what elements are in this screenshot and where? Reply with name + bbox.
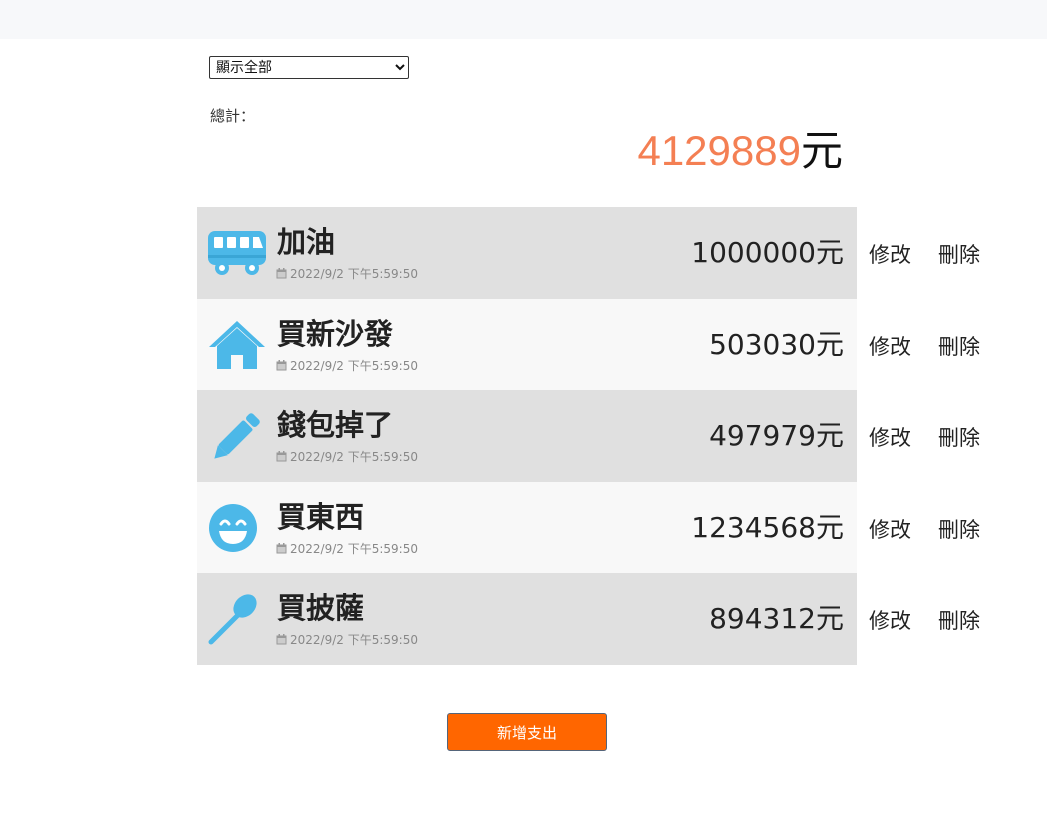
expense-date: 2022/9/2 下午5:59:50 bbox=[276, 448, 418, 465]
expense-date: 2022/9/2 下午5:59:50 bbox=[276, 357, 418, 374]
expense-title: 加油 bbox=[277, 225, 336, 259]
expense-date-text: 2022/9/2 下午5:59:50 bbox=[290, 450, 418, 465]
total-label: 總計： bbox=[210, 107, 256, 125]
expense-amount: 1234568元 bbox=[691, 510, 844, 544]
expense-title: 買東西 bbox=[277, 499, 365, 534]
total-value: 4129889 bbox=[637, 127, 801, 174]
expense-date-text: 2022/9/2 下午5:59:50 bbox=[290, 633, 418, 648]
delete-button[interactable]: 刪除 bbox=[938, 331, 980, 361]
expense-list: 加油 2022/9/2 下午5:59:50 1000000元 修改 刪除 買新沙… bbox=[197, 207, 987, 665]
delete-button[interactable]: 刪除 bbox=[938, 605, 980, 635]
calendar-icon bbox=[276, 359, 287, 371]
expense-row: 買東西 2022/9/2 下午5:59:50 1234568元 修改 刪除 bbox=[197, 481, 987, 574]
expense-row: 買新沙發 2022/9/2 下午5:59:50 503030元 修改 刪除 bbox=[197, 298, 987, 391]
expense-amount: 1000000元 bbox=[691, 236, 844, 269]
expense-amount: 503030元 bbox=[709, 327, 844, 361]
edit-button[interactable]: 修改 bbox=[869, 331, 911, 361]
delete-button[interactable]: 刪除 bbox=[938, 422, 980, 452]
expense-date: 2022/9/2 下午5:59:50 bbox=[276, 540, 418, 557]
smile-icon bbox=[207, 502, 267, 554]
filter-select[interactable]: 顯示全部 bbox=[209, 56, 409, 79]
expense-title: 錢包掉了 bbox=[277, 408, 394, 443]
expense-date-text: 2022/9/2 下午5:59:50 bbox=[290, 267, 418, 281]
expense-row: 買披薩 2022/9/2 下午5:59:50 894312元 修改 刪除 bbox=[197, 573, 987, 665]
edit-button[interactable]: 修改 bbox=[869, 239, 911, 269]
edit-button[interactable]: 修改 bbox=[869, 514, 911, 544]
edit-button[interactable]: 修改 bbox=[869, 422, 911, 452]
calendar-icon bbox=[276, 542, 287, 554]
expense-amount: 894312元 bbox=[709, 602, 844, 636]
delete-button[interactable]: 刪除 bbox=[938, 514, 980, 544]
expense-row: 錢包掉了 2022/9/2 下午5:59:50 497979元 修改 刪除 bbox=[197, 390, 987, 482]
bus-icon bbox=[207, 227, 267, 279]
top-bar bbox=[0, 0, 1047, 39]
total-amount: 4129889元 bbox=[637, 124, 843, 178]
add-expense-button[interactable]: 新增支出 bbox=[447, 713, 607, 751]
expense-title: 買披薩 bbox=[277, 591, 365, 626]
expense-date: 2022/9/2 下午5:59:50 bbox=[276, 631, 418, 648]
spoon-icon bbox=[207, 593, 267, 645]
calendar-icon bbox=[276, 451, 287, 462]
expense-date: 2022/9/2 下午5:59:50 bbox=[276, 265, 418, 282]
expense-amount: 497979元 bbox=[709, 419, 844, 453]
expense-title: 買新沙發 bbox=[277, 316, 394, 351]
pencil-icon bbox=[207, 410, 267, 462]
total-unit: 元 bbox=[800, 127, 843, 174]
calendar-icon bbox=[276, 268, 287, 279]
calendar-icon bbox=[276, 634, 287, 645]
home-icon bbox=[207, 319, 267, 371]
expense-row: 加油 2022/9/2 下午5:59:50 1000000元 修改 刪除 bbox=[197, 207, 987, 299]
edit-button[interactable]: 修改 bbox=[869, 605, 911, 635]
expense-date-text: 2022/9/2 下午5:59:50 bbox=[290, 541, 418, 556]
expense-date-text: 2022/9/2 下午5:59:50 bbox=[290, 358, 418, 373]
delete-button[interactable]: 刪除 bbox=[938, 239, 980, 269]
